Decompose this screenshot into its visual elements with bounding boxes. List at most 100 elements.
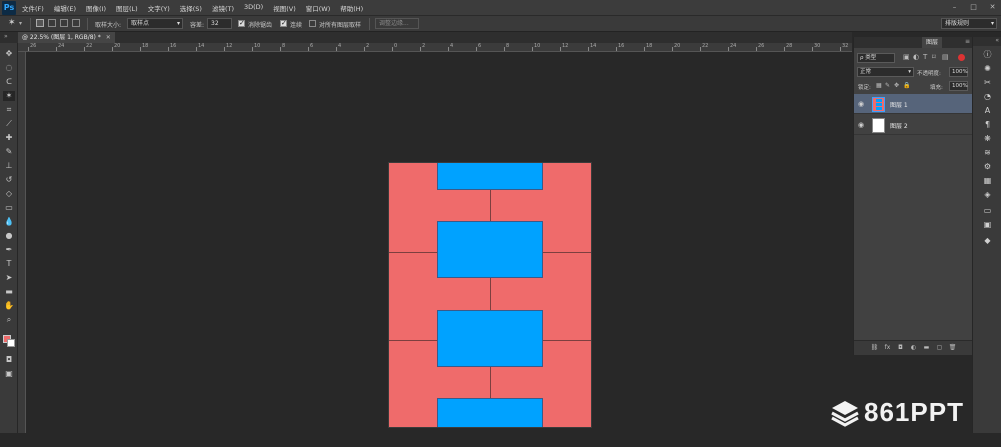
blue-rectangle[interactable] [437,310,543,367]
menu-edit[interactable]: 编辑(E) [54,3,76,13]
menu-window[interactable]: 窗口(W) [306,3,331,13]
new-selection-icon[interactable] [36,19,44,27]
collapse-arrows-icon[interactable]: » [4,33,8,40]
menu-image[interactable]: 图像(I) [86,3,106,13]
tool-preset-arrow-icon[interactable]: ▾ [19,20,22,27]
menu-help[interactable]: 帮助(H) [340,3,363,13]
lock-position-icon[interactable]: ✥ [894,82,899,89]
channels-icon[interactable]: ◈ [982,189,993,200]
color-icon[interactable]: ✺ [982,63,993,74]
menu-3d[interactable]: 3D(D) [244,3,263,13]
new-layer-icon[interactable]: ▢ [936,344,944,352]
type-tool-icon[interactable]: T [3,259,15,269]
type-filter-icon[interactable]: T [923,53,927,61]
crop-tool-icon[interactable]: ⌗ [3,105,15,115]
document-canvas[interactable] [388,162,592,428]
menu-file[interactable]: 文件(F) [22,3,44,13]
intersect-selection-icon[interactable] [72,19,80,27]
sample-size-select[interactable]: 取样点 ▾ [127,18,183,29]
marquee-tool-icon[interactable]: ◌ [3,63,15,73]
shape-tool-icon[interactable]: ▬ [3,287,15,297]
subtract-selection-icon[interactable] [60,19,68,27]
layers-icon[interactable]: ◆ [982,235,993,246]
magic-wand-tool-icon[interactable]: ✶ [3,91,15,101]
blend-mode-select[interactable]: 正常 ▾ [857,67,914,77]
tolerance-input[interactable]: 32 [207,18,232,29]
fill-input[interactable]: 100% [949,81,968,91]
link-icon[interactable]: ⛓ [871,344,879,352]
magic-wand-icon[interactable]: ✶ [8,18,16,28]
blur-tool-icon[interactable]: 💧 [3,217,15,227]
minimize-button[interactable]: – [950,3,959,12]
dodge-tool-icon[interactable]: ● [3,231,15,241]
screen-mode-icon[interactable]: ▣ [3,369,15,379]
brush-tool-icon[interactable]: ✎ [3,147,15,157]
layers-tab[interactable]: 图层 [922,37,943,48]
menu-view[interactable]: 视图(V) [273,3,296,13]
adjustments-icon[interactable]: ◔ [982,91,993,102]
shape-filter-icon[interactable]: ⌑ [932,53,936,61]
styles-icon[interactable]: ⚙ [982,161,993,172]
eye-icon[interactable]: ◉ [858,121,864,129]
adjustment-icon[interactable]: ◐ [910,344,918,352]
navigator-icon[interactable]: ▭ [982,205,993,216]
collapse-arrows-icon[interactable]: « [995,37,999,44]
adjustment-filter-icon[interactable]: ◐ [913,53,919,61]
document-tab[interactable]: @ 22.5% (图层 1, RGB/8) * ✕ [18,32,115,43]
history-brush-tool-icon[interactable]: ↺ [3,175,15,185]
menu-type[interactable]: 文字(Y) [148,3,170,13]
quick-mask-icon[interactable]: ◘ [3,355,15,365]
pen-tool-icon[interactable]: ✒ [3,245,15,255]
move-tool-icon[interactable]: ✥ [3,49,15,59]
fx-icon[interactable]: fx [884,344,892,352]
history-icon[interactable]: ▦ [982,175,993,186]
clone-stamp-tool-icon[interactable]: ⊥ [3,161,15,171]
pixel-filter-icon[interactable]: ▣ [903,53,910,61]
opacity-input[interactable]: 100% [949,67,968,77]
blue-rectangle[interactable] [437,163,543,190]
folder-icon[interactable]: ▬ [923,344,931,352]
filter-toggle-icon[interactable] [958,54,965,61]
contiguous-checkbox[interactable] [280,19,287,27]
panel-menu-icon[interactable]: ≡ [965,38,970,45]
menu-select[interactable]: 选择(S) [180,3,202,13]
brush-presets-icon[interactable]: ≋ [982,147,993,158]
lock-pixels-icon[interactable]: ✎ [885,82,890,89]
paragraph-icon[interactable]: ¶ [982,119,993,130]
gradient-tool-icon[interactable]: ▭ [3,203,15,213]
lasso-tool-icon[interactable]: ᑕ [3,77,15,87]
layer-filter-select[interactable]: ρ 类型 [857,53,895,63]
lock-all-icon[interactable]: 🔒 [903,82,910,89]
eye-icon[interactable]: ◉ [858,100,864,108]
blue-rectangle[interactable] [437,221,543,278]
character-icon[interactable]: A [982,105,993,116]
mask-icon[interactable]: ◘ [897,344,905,352]
path-selection-tool-icon[interactable]: ➤ [3,273,15,283]
refine-edge-button[interactable]: 调整边缘... [375,18,419,29]
sample-all-checkbox[interactable] [309,20,316,27]
antialias-checkbox[interactable] [238,19,245,27]
background-color-swatch[interactable] [7,339,15,347]
menu-filter[interactable]: 滤镜(T) [212,3,234,13]
blue-rectangle[interactable] [437,398,543,427]
add-selection-icon[interactable] [48,19,56,27]
properties-icon[interactable]: ▣ [982,219,993,230]
zoom-tool-icon[interactable]: ⌕ [3,315,15,325]
paths-icon[interactable]: ❋ [982,133,993,144]
workspace-select[interactable]: 排版规则 ▾ [941,18,997,29]
layer-row-1[interactable]: ◉ 图层 1 [854,94,973,114]
close-tab-icon[interactable]: ✕ [106,34,111,41]
eraser-tool-icon[interactable]: ◇ [3,189,15,199]
healing-brush-tool-icon[interactable]: ✚ [3,133,15,143]
smart-object-filter-icon[interactable]: ▤ [942,53,949,61]
hand-tool-icon[interactable]: ✋ [3,301,15,311]
layer-row-2[interactable]: ◉ 图层 2 [854,115,973,135]
info-icon[interactable]: ⓘ [982,49,993,60]
close-window-button[interactable]: ✕ [988,3,997,12]
trash-icon[interactable]: 🗑 [949,344,957,352]
maximize-button[interactable]: □ [969,3,978,12]
tools-icon[interactable]: ✂ [982,77,993,88]
lock-transparency-icon[interactable]: ▦ [876,82,882,89]
menu-layer[interactable]: 图层(L) [116,3,138,13]
eyedropper-tool-icon[interactable]: ⟋ [3,119,15,129]
